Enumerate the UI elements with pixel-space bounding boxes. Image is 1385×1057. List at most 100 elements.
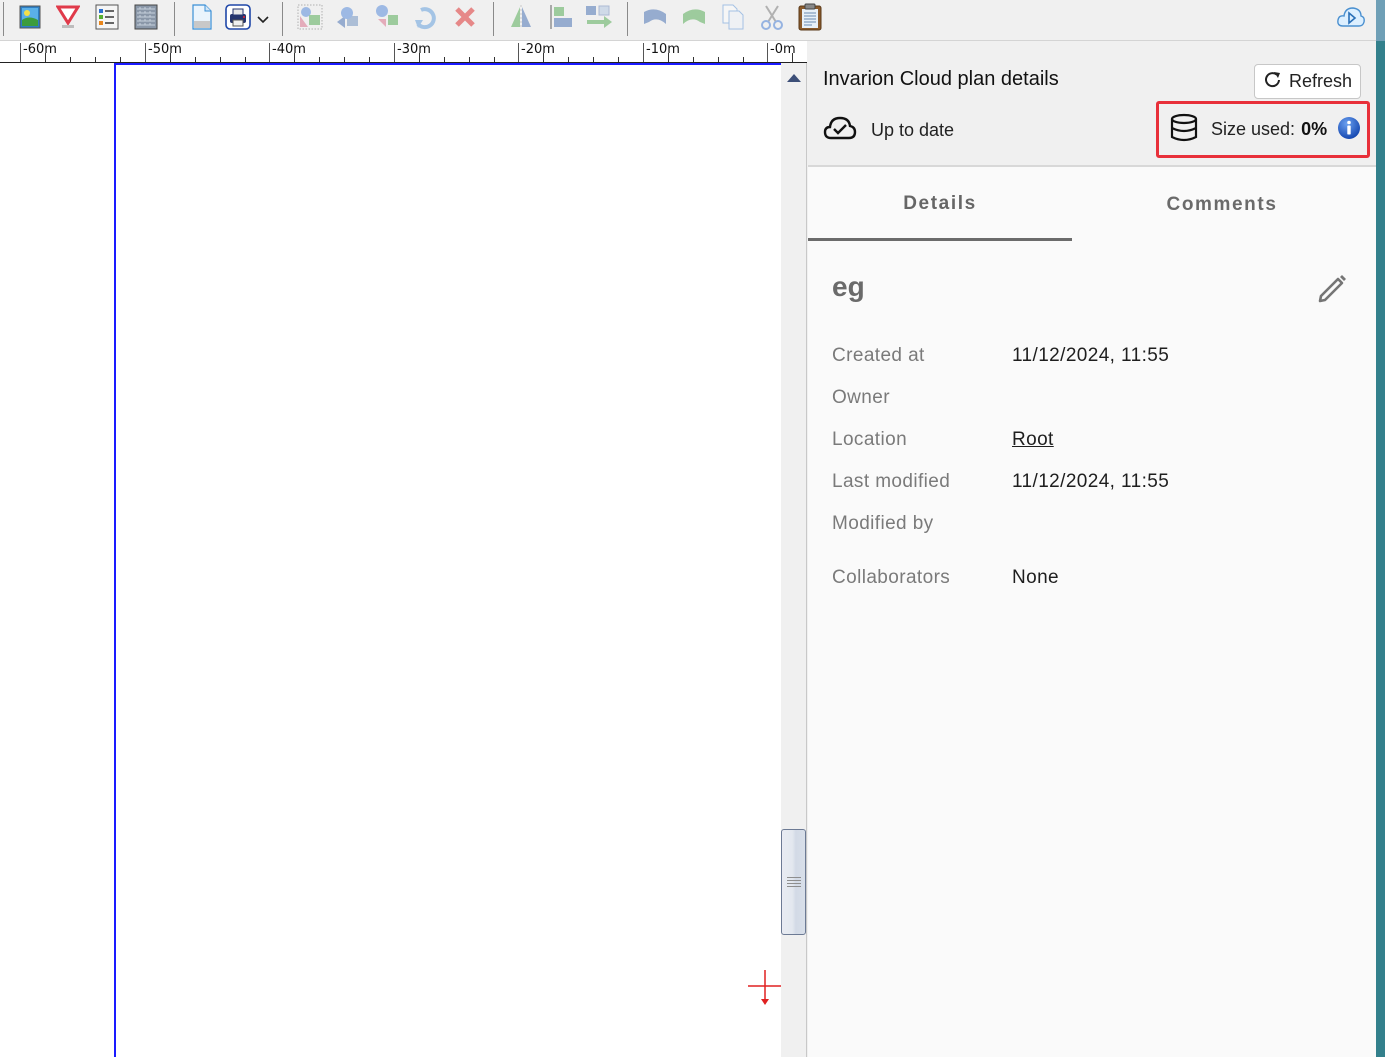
insert-image-button[interactable] bbox=[16, 5, 44, 33]
distribute-icon bbox=[584, 4, 614, 34]
refresh-button[interactable]: Refresh bbox=[1254, 64, 1361, 99]
rotate-button[interactable] bbox=[412, 5, 440, 33]
legend-list-icon bbox=[95, 4, 119, 34]
toolbar-separator bbox=[3, 2, 4, 36]
edit-plan-name-button[interactable] bbox=[1316, 271, 1350, 305]
yield-sign-icon bbox=[55, 5, 81, 33]
bring-to-front-button[interactable] bbox=[334, 5, 362, 33]
detail-key: Last modified bbox=[832, 471, 951, 492]
cut-button[interactable] bbox=[758, 5, 786, 33]
pattern-button[interactable] bbox=[132, 4, 160, 33]
ruler-minor-tick bbox=[618, 57, 619, 62]
ruler-minor-tick bbox=[70, 57, 71, 62]
detail-key: Collaborators bbox=[832, 567, 951, 588]
scrollbar-thumb[interactable] bbox=[781, 829, 806, 935]
delete-button[interactable] bbox=[451, 5, 479, 33]
ruler-label: -30m bbox=[397, 42, 431, 57]
detail-row-modified-by: Modified by bbox=[832, 513, 1352, 539]
ruler-label: -40m bbox=[272, 42, 306, 57]
toolbar-separator bbox=[174, 2, 175, 36]
ruler-major-tick bbox=[518, 43, 519, 62]
ruler-minor-tick bbox=[718, 57, 719, 62]
panel-tabs: Details Comments bbox=[808, 169, 1376, 241]
print-icon bbox=[225, 4, 251, 34]
rotate-icon bbox=[413, 4, 439, 34]
ruler-minor-tick bbox=[693, 57, 694, 62]
database-icon bbox=[1169, 113, 1199, 147]
detail-value: 11/12/2024, 11:55 bbox=[1012, 471, 1170, 492]
chevron-down-icon bbox=[256, 10, 270, 29]
print-options-dropdown[interactable] bbox=[252, 5, 274, 33]
detail-value: 11/12/2024, 11:55 bbox=[1012, 345, 1170, 366]
toolbar-separator bbox=[627, 2, 628, 36]
send-back-icon bbox=[374, 4, 400, 34]
ruler-major-tick bbox=[269, 43, 270, 62]
image-icon bbox=[19, 5, 41, 33]
info-icon[interactable] bbox=[1337, 116, 1361, 144]
refresh-label: Refresh bbox=[1288, 71, 1353, 91]
ruler-label: -10m bbox=[646, 42, 680, 57]
undo-icon bbox=[641, 6, 669, 32]
pencil-icon bbox=[1316, 275, 1350, 309]
ruler-label: -60m bbox=[23, 42, 57, 57]
print-button[interactable] bbox=[224, 4, 252, 34]
detail-row-last-modified: Last modified 11/12/2024, 11:55 bbox=[832, 471, 1352, 497]
horizontal-ruler: -60m -50m -40m -30m -20m -10m -0m bbox=[0, 41, 807, 63]
undo-button[interactable] bbox=[641, 5, 669, 33]
copy-button[interactable] bbox=[719, 4, 747, 34]
ruler-minor-tick bbox=[294, 53, 295, 62]
ruler-minor-tick bbox=[120, 57, 121, 62]
detail-key: Owner bbox=[832, 387, 890, 408]
ruler-minor-tick bbox=[220, 57, 221, 62]
ruler-minor-tick bbox=[195, 57, 196, 62]
send-to-back-button[interactable] bbox=[373, 5, 401, 33]
ruler-minor-tick bbox=[419, 53, 420, 62]
ruler-minor-tick bbox=[543, 53, 544, 62]
ruler-minor-tick bbox=[45, 53, 46, 62]
grip-icon bbox=[787, 877, 801, 887]
copy-icon bbox=[721, 4, 745, 34]
sync-status: Up to date bbox=[823, 115, 954, 145]
ruler-minor-tick bbox=[494, 57, 495, 62]
ruler-minor-tick bbox=[344, 57, 345, 62]
ruler-major-tick bbox=[145, 43, 146, 62]
cloud-plan-details-panel: Invarion Cloud plan details Refresh Up t… bbox=[808, 41, 1376, 1057]
plan-name: eg bbox=[832, 271, 865, 302]
symbol-button[interactable] bbox=[54, 5, 82, 33]
paste-button[interactable] bbox=[796, 3, 824, 35]
cloud-play-icon bbox=[1336, 5, 1366, 33]
toolbar-separator bbox=[493, 2, 494, 36]
redo-icon bbox=[680, 6, 708, 32]
ruler-minor-tick bbox=[469, 57, 470, 62]
page-button[interactable] bbox=[188, 4, 216, 33]
tab-comments[interactable]: Comments bbox=[1080, 169, 1364, 241]
distribute-button[interactable] bbox=[585, 5, 613, 33]
redo-button[interactable] bbox=[680, 5, 708, 33]
ruler-label: -50m bbox=[148, 42, 182, 57]
delete-icon bbox=[454, 6, 476, 32]
legend-button[interactable] bbox=[93, 4, 121, 34]
toolbar-separator bbox=[282, 2, 283, 36]
scroll-up-arrow-icon[interactable] bbox=[787, 74, 801, 82]
window-edge-top bbox=[1376, 0, 1385, 41]
size-used-indicator: Size used: 0% bbox=[1156, 101, 1370, 158]
ruler-minor-tick bbox=[319, 57, 320, 62]
panel-header: Invarion Cloud plan details Refresh Up t… bbox=[808, 41, 1376, 167]
size-used-label: Size used: bbox=[1211, 119, 1296, 139]
vertical-scrollbar[interactable] bbox=[781, 63, 807, 1057]
paste-icon bbox=[798, 3, 822, 35]
location-link[interactable]: Root bbox=[1012, 429, 1054, 451]
ruler-minor-tick bbox=[95, 57, 96, 62]
ruler-major-tick bbox=[20, 43, 21, 62]
drawing-canvas[interactable] bbox=[0, 63, 781, 1057]
cloud-sync-button[interactable] bbox=[1336, 5, 1366, 33]
ruler-minor-tick bbox=[593, 57, 594, 62]
select-button[interactable] bbox=[296, 4, 324, 34]
mirror-button[interactable] bbox=[507, 5, 535, 33]
select-shapes-icon bbox=[297, 4, 323, 34]
tab-details[interactable]: Details bbox=[808, 169, 1072, 241]
ruler-major-tick bbox=[394, 43, 395, 62]
panel-title: Invarion Cloud plan details bbox=[823, 68, 1059, 90]
align-button[interactable] bbox=[547, 5, 575, 33]
ruler-minor-tick bbox=[369, 57, 370, 62]
